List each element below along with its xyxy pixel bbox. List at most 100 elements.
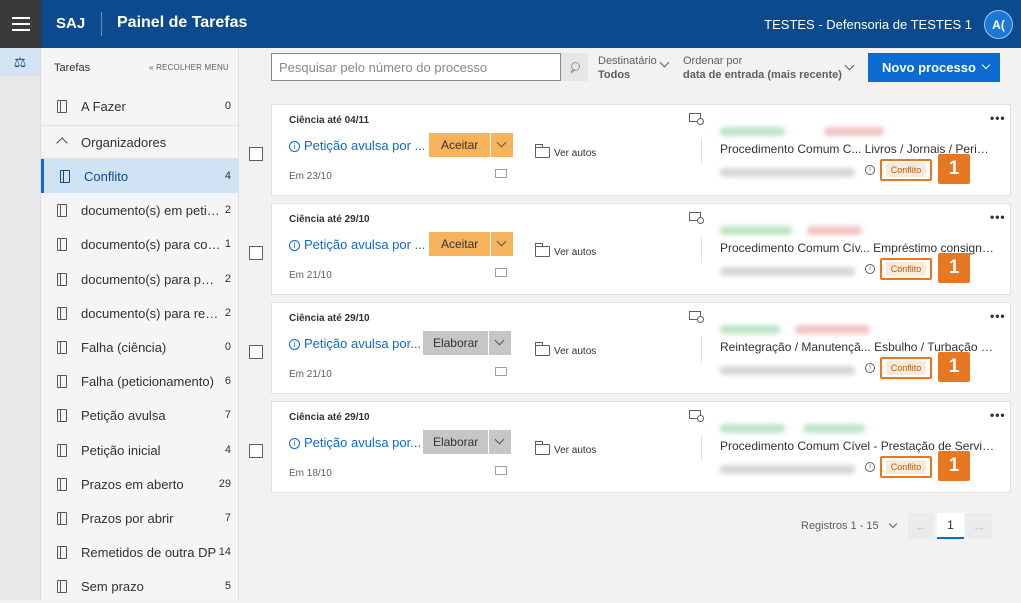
search-button[interactable] xyxy=(561,53,588,81)
status-badge[interactable]: Conflito xyxy=(880,357,932,379)
sidebar-title: Tarefas xyxy=(54,62,91,74)
brand-logo[interactable]: SAJ xyxy=(56,15,85,32)
sidebar-item-count: 1 xyxy=(224,238,231,250)
sidebar-item[interactable]: Prazos em aberto 29 xyxy=(41,467,239,501)
comment-icon[interactable] xyxy=(495,367,507,376)
sidebar-item[interactable]: Remetidos de outra DP 14 xyxy=(41,535,239,569)
current-page[interactable]: 1 xyxy=(937,513,964,539)
redacted-party xyxy=(807,226,862,235)
bookmark-icon xyxy=(57,307,67,320)
info-icon[interactable]: i xyxy=(865,264,875,274)
task-title-link[interactable]: i Petição avulsa por ... xyxy=(289,237,425,252)
next-page-button[interactable]: → xyxy=(966,513,992,539)
chevron-down-icon[interactable] xyxy=(491,133,513,157)
organization-selector[interactable]: TESTES - Defensoria de TESTES 1 xyxy=(764,17,972,32)
info-icon[interactable]: i xyxy=(865,165,875,175)
sidebar-item-label: documento(s) para peticionamento xyxy=(81,271,221,287)
sidebar-item[interactable]: Sem prazo 5 xyxy=(41,569,239,603)
accept-button[interactable]: Aceitar xyxy=(429,232,491,256)
organizers-toggle[interactable]: Organizadores xyxy=(41,125,239,159)
comment-icon[interactable] xyxy=(495,268,507,277)
sidebar-item-count: 7 xyxy=(224,409,231,421)
monitor-icon[interactable] xyxy=(689,410,704,422)
info-icon[interactable]: i xyxy=(865,462,875,472)
view-records-link[interactable]: Ver autos xyxy=(554,346,596,357)
chevron-down-icon[interactable] xyxy=(491,232,513,256)
deadline-label: Ciência até 29/10 xyxy=(289,412,370,423)
sidebar-item[interactable]: documento(s) para peticionamento 2 xyxy=(41,262,239,296)
chevron-down-icon xyxy=(981,60,991,70)
sidebar-item[interactable]: Falha (peticionamento) 6 xyxy=(41,364,239,398)
redacted-party xyxy=(795,325,870,334)
top-bar: SAJ Painel de Tarefas TESTES - Defensori… xyxy=(0,0,1021,48)
monitor-icon[interactable] xyxy=(689,212,704,224)
status-badge[interactable]: Conflito xyxy=(880,159,932,181)
sidebar-item[interactable]: documento(s) em peticionamento 2 xyxy=(41,193,239,227)
comment-icon[interactable] xyxy=(495,466,507,475)
sidebar-item[interactable]: Petição inicial 4 xyxy=(41,433,239,467)
sidebar-item-conflito[interactable]: Conflito 4 xyxy=(41,159,239,193)
row-checkbox[interactable] xyxy=(249,147,263,161)
new-process-button[interactable]: Novo processo xyxy=(868,53,1000,82)
search-input[interactable] xyxy=(272,54,552,80)
sidebar-item[interactable]: Petição avulsa 7 xyxy=(41,398,239,432)
more-options-icon[interactable]: ••• xyxy=(990,111,1006,125)
monitor-icon[interactable] xyxy=(689,113,704,125)
chevron-down-icon[interactable] xyxy=(489,331,511,355)
scales-icon[interactable]: ⚖ xyxy=(0,48,40,76)
collapse-menu-button[interactable]: « RECOLHER MENU xyxy=(149,63,229,72)
sidebar-item-label: Petição inicial xyxy=(81,442,161,458)
monitor-icon[interactable] xyxy=(689,311,704,323)
chevron-down-icon[interactable] xyxy=(659,57,670,68)
status-badge[interactable]: Conflito xyxy=(880,258,932,280)
task-title-link[interactable]: i Petição avulsa por ... xyxy=(289,138,425,153)
recipient-filter-value: Todos xyxy=(598,69,631,81)
page-size-chevron-icon[interactable] xyxy=(888,519,898,529)
deadline-label: Ciência até 29/10 xyxy=(289,214,370,225)
sidebar-item-count: 0 xyxy=(224,100,231,112)
card-divider xyxy=(701,237,702,263)
row-checkbox[interactable] xyxy=(249,444,263,458)
info-icon[interactable]: i xyxy=(865,363,875,373)
view-records-link[interactable]: Ver autos xyxy=(554,445,596,456)
sidebar-item[interactable]: Prazos por abrir 7 xyxy=(41,501,239,535)
callout-marker: 1 xyxy=(938,253,970,283)
sidebar-item[interactable]: documento(s) para correção 1 xyxy=(41,227,239,261)
sidebar-item-count: 29 xyxy=(218,478,231,490)
task-title-link[interactable]: i Petição avulsa por... xyxy=(289,336,421,351)
task-title: Petição avulsa por... xyxy=(304,336,422,351)
entry-date: Em 23/10 xyxy=(289,171,332,182)
draft-button[interactable]: Elaborar xyxy=(423,430,489,454)
hamburger-menu-icon[interactable] xyxy=(0,0,41,48)
deadline-label: Ciência até 29/10 xyxy=(289,313,370,324)
row-checkbox[interactable] xyxy=(249,246,263,260)
accept-button[interactable]: Aceitar xyxy=(429,133,491,157)
records-count: Registros 1 - 15 xyxy=(801,520,879,532)
draft-button[interactable]: Elaborar xyxy=(423,331,489,355)
more-options-icon[interactable]: ••• xyxy=(990,309,1006,323)
sidebar-item-count: 2 xyxy=(224,273,231,285)
chevron-down-icon[interactable] xyxy=(844,60,855,71)
avatar[interactable]: A( xyxy=(984,10,1013,39)
entry-date: Em 21/10 xyxy=(289,369,332,380)
action-split-button: Aceitar xyxy=(429,232,513,256)
sort-selector[interactable]: Ordenar por data de entrada (mais recent… xyxy=(683,54,842,82)
comment-icon[interactable] xyxy=(495,169,507,178)
task-title-link[interactable]: i Petição avulsa por... xyxy=(289,435,421,450)
view-records-link[interactable]: Ver autos xyxy=(554,247,596,258)
sidebar-item[interactable]: Falha (ciência) 0 xyxy=(41,330,239,364)
card-divider xyxy=(701,138,702,164)
sidebar-item-a-fazer[interactable]: A Fazer 0 xyxy=(41,89,239,123)
folder-icon xyxy=(535,441,550,455)
more-options-icon[interactable]: ••• xyxy=(990,408,1006,422)
prev-page-button[interactable]: ← xyxy=(908,513,934,539)
sidebar-item-count: 14 xyxy=(218,546,231,558)
more-options-icon[interactable]: ••• xyxy=(990,210,1006,224)
view-records-link[interactable]: Ver autos xyxy=(554,148,596,159)
status-badge[interactable]: Conflito xyxy=(880,456,932,478)
chevron-down-icon[interactable] xyxy=(489,430,511,454)
recipient-filter[interactable]: Destinatário Todos xyxy=(598,54,657,82)
new-process-label: Novo processo xyxy=(882,60,976,75)
row-checkbox[interactable] xyxy=(249,345,263,359)
sidebar-item[interactable]: documento(s) para revisão 2 xyxy=(41,296,239,330)
